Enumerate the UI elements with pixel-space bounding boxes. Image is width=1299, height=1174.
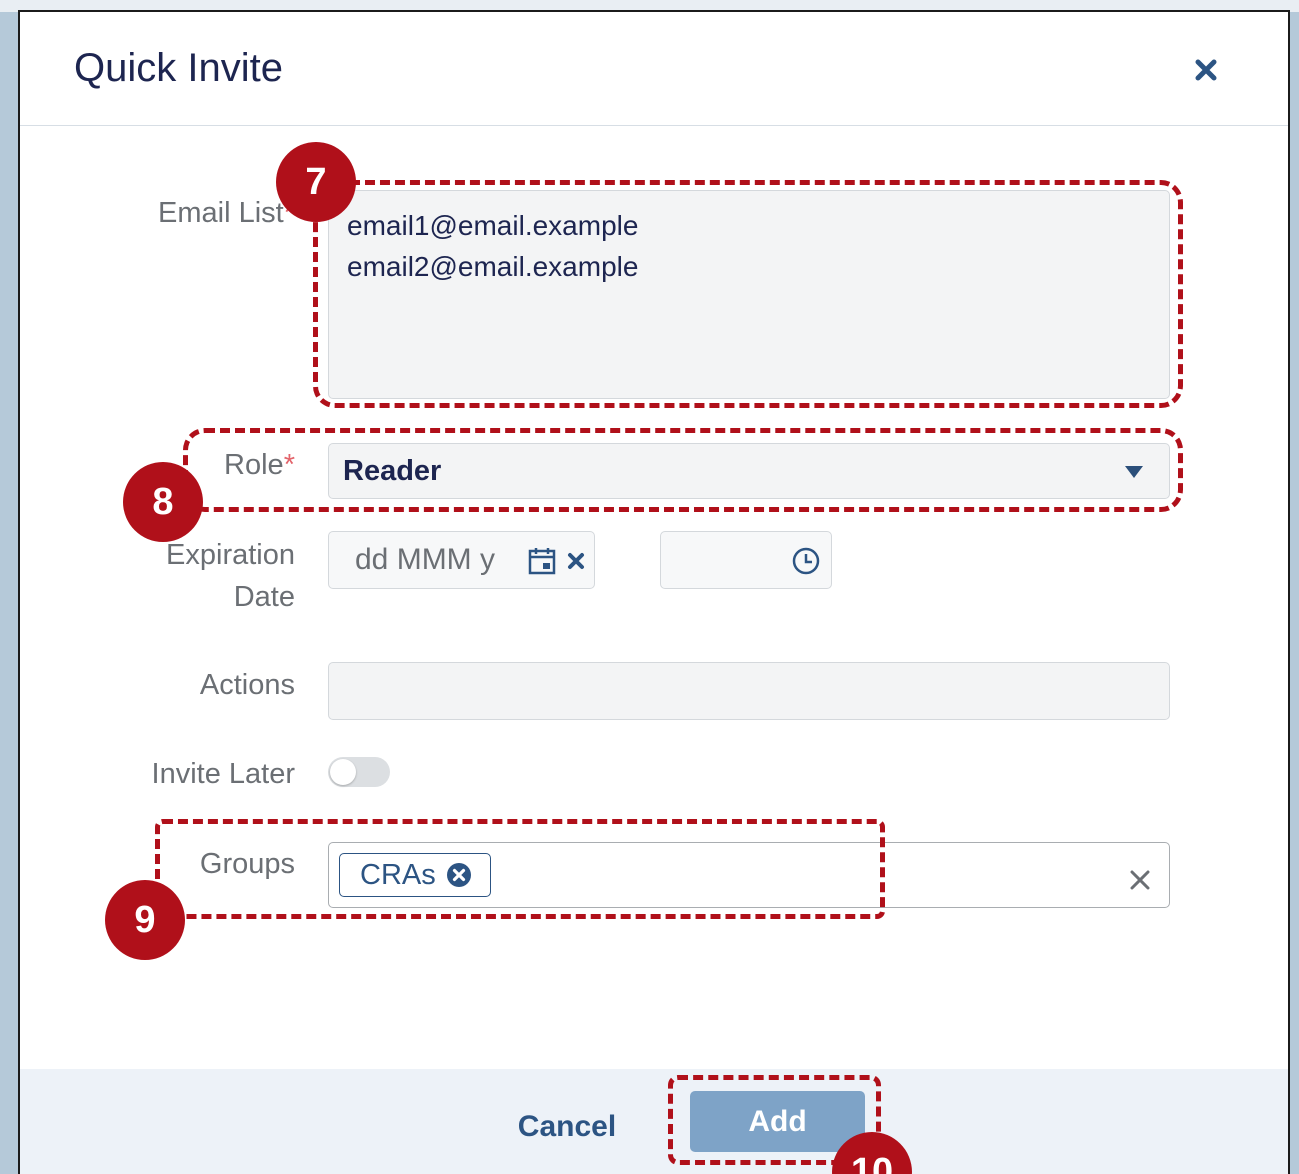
expiration-date-label-line2: Date [233,581,295,613]
callout-email-list [313,180,1183,408]
dialog-footer [20,1069,1288,1174]
callout-groups [155,819,885,919]
cancel-button[interactable]: Cancel [500,1099,634,1155]
callout-role [183,428,1183,512]
expiration-date-label-line1: Expiration [166,539,295,571]
close-button[interactable] [1188,52,1224,88]
expiration-time-input[interactable] [660,531,832,589]
actions-label: Actions [199,669,295,701]
clear-groups-icon[interactable] [1129,869,1151,891]
date-placeholder: dd MMM y [355,543,496,576]
toggle-knob [330,759,356,785]
actions-input[interactable] [328,662,1170,720]
email-list-label: Email List* [158,192,295,234]
expiration-date-input[interactable]: dd MMM y [328,531,595,589]
clock-icon[interactable] [791,546,821,576]
email-list-label-text: Email List [158,197,284,229]
calendar-icon[interactable] [527,546,557,576]
invite-later-label: Invite Later [151,758,295,790]
badge-7: 7 [276,142,356,222]
labels-column: Email List* Role* Expiration Date Action… [20,12,295,1174]
badge-8: 8 [123,462,203,542]
invite-later-toggle[interactable] [328,757,390,787]
clear-date-icon[interactable] [567,552,585,570]
expiration-date-label: Expiration Date [166,534,295,618]
badge-9: 9 [105,880,185,960]
close-icon [1195,59,1217,81]
